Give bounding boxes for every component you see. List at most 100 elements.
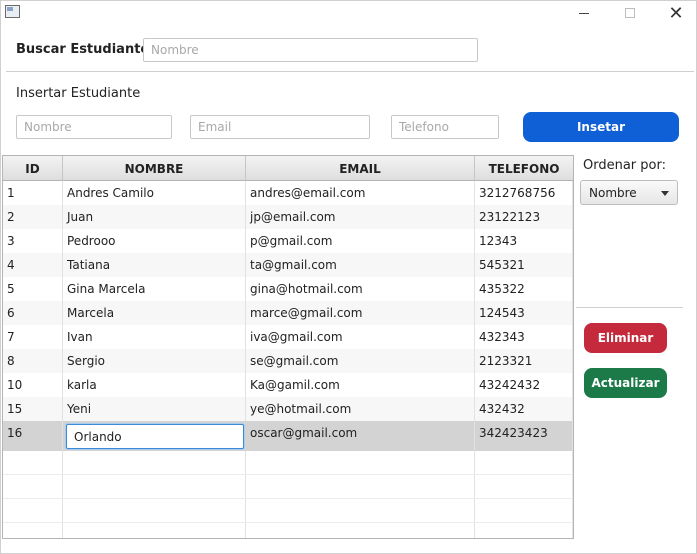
- cell-nombre: Andres Camilo: [63, 181, 246, 205]
- cell-telefono: 342423423: [475, 421, 573, 451]
- empty-cell: [63, 499, 246, 522]
- order-select[interactable]: Nombre: [580, 180, 678, 205]
- insert-phone-input[interactable]: [391, 115, 499, 139]
- section-divider: [6, 71, 694, 72]
- cell-id: 4: [3, 253, 63, 277]
- cell-nombre: Pedrooo: [63, 229, 246, 253]
- cell-id: 7: [3, 325, 63, 349]
- table-row-selected[interactable]: 16 oscar@gmail.com342423423: [3, 421, 573, 451]
- cell-telefono: 43242432: [475, 373, 573, 397]
- cell-id: 15: [3, 397, 63, 421]
- empty-cell: [3, 523, 63, 538]
- cell-id: 1: [3, 181, 63, 205]
- chevron-down-icon: [661, 191, 669, 196]
- cell-telefono: 432432: [475, 397, 573, 421]
- maximize-icon: [625, 8, 635, 18]
- cell-email: Ka@gamil.com: [246, 373, 475, 397]
- empty-table-row: [3, 499, 573, 523]
- cell-nombre: Marcela: [63, 301, 246, 325]
- cell-id: 10: [3, 373, 63, 397]
- cell-telefono: 124543: [475, 301, 573, 325]
- cell-id: 2: [3, 205, 63, 229]
- minimize-icon: [579, 12, 589, 14]
- insert-name-input[interactable]: [16, 115, 172, 139]
- search-label: Buscar Estudiante: [16, 42, 150, 57]
- students-table: ID NOMBRE EMAIL TELEFONO 1 Andres Camilo a…: [2, 155, 574, 539]
- empty-cell: [475, 475, 573, 498]
- order-select-value: Nombre: [589, 186, 637, 200]
- cell-nombre: Juan: [63, 205, 246, 229]
- column-header-id[interactable]: ID: [3, 156, 63, 181]
- cell-nombre: Tatiana: [63, 253, 246, 277]
- cell-telefono: 23122123: [475, 205, 573, 229]
- app-window-icon: [5, 5, 20, 18]
- empty-cell: [63, 451, 246, 474]
- cell-email: marce@gmail.com: [246, 301, 475, 325]
- order-label: Ordenar por:: [583, 158, 666, 173]
- insert-email-input[interactable]: [190, 115, 370, 139]
- empty-table-row: [3, 451, 573, 475]
- cell-id: 6: [3, 301, 63, 325]
- cell-email: p@gmail.com: [246, 229, 475, 253]
- table-row[interactable]: 4 Tatiana ta@gmail.com 545321: [3, 253, 573, 277]
- empty-cell: [3, 451, 63, 474]
- cell-email: ta@gmail.com: [246, 253, 475, 277]
- title-bar: ✕: [1, 1, 697, 27]
- empty-cell: [475, 499, 573, 522]
- cell-email: oscar@gmail.com: [246, 421, 475, 451]
- close-button[interactable]: ✕: [653, 1, 697, 25]
- cell-id: 3: [3, 229, 63, 253]
- empty-table-row: [3, 475, 573, 499]
- cell-email: iva@gmail.com: [246, 325, 475, 349]
- cell-email: se@gmail.com: [246, 349, 475, 373]
- column-header-email[interactable]: EMAIL: [246, 156, 475, 181]
- cell-telefono: 435322: [475, 277, 573, 301]
- cell-nombre: Yeni: [63, 397, 246, 421]
- empty-cell: [475, 523, 573, 538]
- empty-cell: [246, 523, 475, 538]
- cell-email: andres@email.com: [246, 181, 475, 205]
- cell-email: ye@hotmail.com: [246, 397, 475, 421]
- empty-cell: [246, 475, 475, 498]
- empty-cell: [3, 499, 63, 522]
- cell-id: 5: [3, 277, 63, 301]
- cell-telefono: 545321: [475, 253, 573, 277]
- cell-nombre-editor[interactable]: [66, 424, 244, 449]
- table-row[interactable]: 3 Pedrooo p@gmail.com 12343: [3, 229, 573, 253]
- column-header-nombre[interactable]: NOMBRE: [63, 156, 246, 181]
- insert-label: Insertar Estudiante: [16, 86, 141, 101]
- table-row[interactable]: 7 Ivan iva@gmail.com 432343: [3, 325, 573, 349]
- cell-telefono: 2123321: [475, 349, 573, 373]
- empty-cell: [3, 475, 63, 498]
- empty-cell: [63, 475, 246, 498]
- empty-table-row: [3, 523, 573, 538]
- cell-telefono: 432343: [475, 325, 573, 349]
- empty-cell: [63, 523, 246, 538]
- table-row[interactable]: 6 Marcela marce@gmail.com 124543: [3, 301, 573, 325]
- cell-nombre: Ivan: [63, 325, 246, 349]
- table-row[interactable]: 8 Sergio se@gmail.com 2123321: [3, 349, 573, 373]
- table-row[interactable]: 15 Yeni ye@hotmail.com 432432: [3, 397, 573, 421]
- maximize-button[interactable]: [607, 1, 653, 25]
- table-row[interactable]: 10 karla Ka@gamil.com 43242432: [3, 373, 573, 397]
- delete-button[interactable]: Eliminar: [584, 323, 667, 353]
- insert-button[interactable]: Insetar: [523, 112, 679, 142]
- table-row[interactable]: 1 Andres Camilo andres@email.com 3212768756: [3, 181, 573, 205]
- cell-id: 8: [3, 349, 63, 373]
- table-row[interactable]: 5 Gina Marcela gina@hotmail.com 435322: [3, 277, 573, 301]
- table-row[interactable]: 2 Juan jp@email.com 23122123: [3, 205, 573, 229]
- cell-nombre: karla: [63, 373, 246, 397]
- cell-id: 16: [3, 421, 63, 451]
- sidebar-divider: [576, 307, 683, 308]
- app-window: ✕ Buscar Estudiante Insertar Estudiante …: [0, 0, 697, 554]
- minimize-button[interactable]: [561, 1, 607, 25]
- search-input[interactable]: [143, 38, 478, 62]
- column-header-telefono[interactable]: TELEFONO: [475, 156, 573, 181]
- table-header: ID NOMBRE EMAIL TELEFONO: [3, 156, 573, 181]
- update-button[interactable]: Actualizar: [584, 368, 667, 398]
- cell-nombre: Gina Marcela: [63, 277, 246, 301]
- cell-nombre: Sergio: [63, 349, 246, 373]
- cell-email: jp@email.com: [246, 205, 475, 229]
- cell-telefono: 3212768756: [475, 181, 573, 205]
- cell-telefono: 12343: [475, 229, 573, 253]
